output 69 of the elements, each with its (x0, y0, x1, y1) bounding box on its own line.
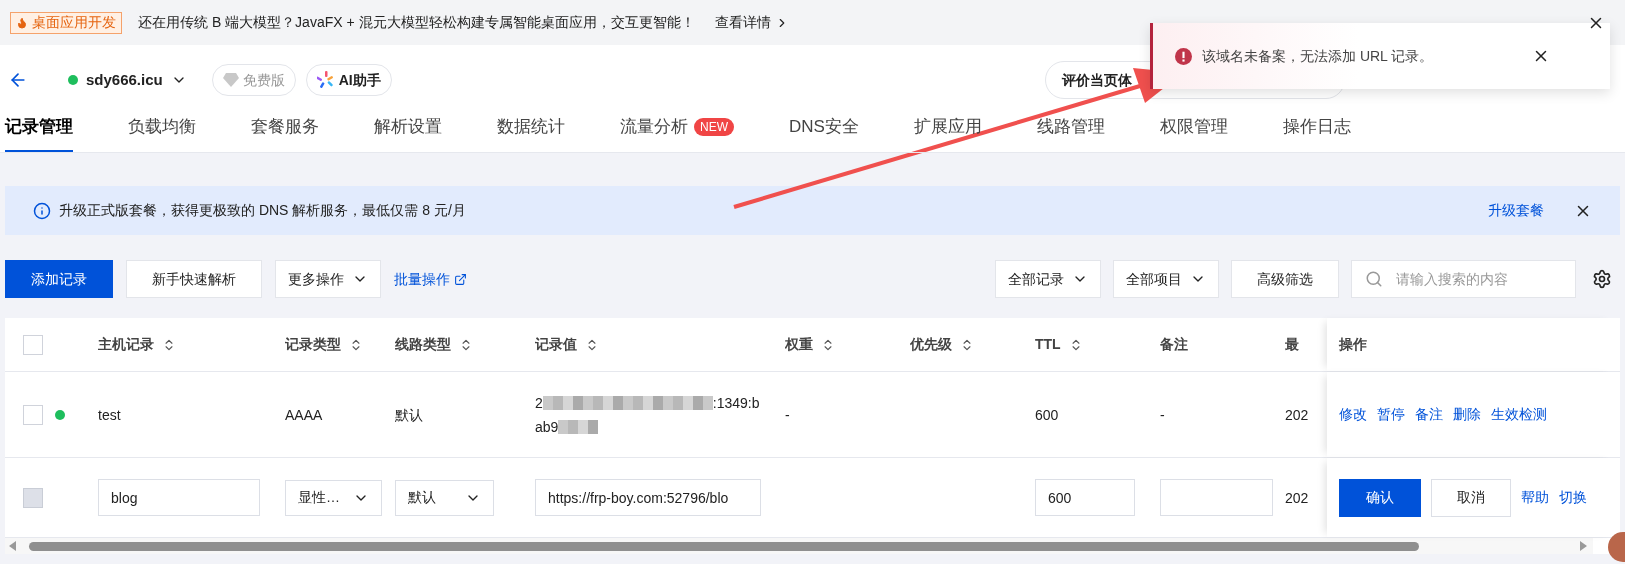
scroll-left-icon[interactable] (9, 541, 17, 551)
column-header: 记录值 (535, 335, 577, 354)
table-cell: AAAA (285, 406, 323, 423)
more-actions-dropdown[interactable]: 更多操作 (275, 260, 381, 298)
column-header: 记录类型 (285, 335, 341, 354)
toast-message: 该域名未备案，无法添加 URL 记录。 (1202, 46, 1434, 66)
column-header: 操作 (1339, 335, 1367, 354)
diamond-icon (222, 73, 239, 87)
action-link[interactable]: 暂停 (1377, 404, 1405, 425)
column-header: 备注 (1160, 335, 1188, 354)
tab[interactable]: DNS安全 (789, 104, 859, 152)
tab[interactable]: 解析设置 (374, 104, 442, 152)
table-cell-text: 2 (535, 393, 543, 413)
column-header: TTL (1035, 335, 1061, 354)
quick-setup-button[interactable]: 新手快速解析 (126, 260, 262, 298)
table-cell: 600 (1035, 406, 1059, 423)
scrollbar-thumb[interactable] (29, 541, 1419, 551)
table-cell: - (1160, 406, 1165, 423)
column-header: 线路类型 (395, 335, 451, 354)
tab[interactable]: 操作日志 (1282, 104, 1351, 152)
tab[interactable]: 扩展应用 (913, 104, 982, 152)
banner-text: 升级正式版套餐，获得更极致的 DNS 解析服务，最低仅需 8 元/月 (59, 201, 466, 220)
settings-icon[interactable] (1592, 269, 1612, 289)
tab[interactable]: 数据统计 (497, 104, 565, 152)
tab[interactable]: 套餐服务 (251, 104, 319, 152)
tab[interactable]: 权限管理 (1159, 104, 1228, 152)
action-link[interactable]: 删除 (1453, 404, 1481, 425)
action-link[interactable]: 生效检测 (1491, 404, 1547, 425)
action-link[interactable]: 修改 (1339, 404, 1367, 425)
search-icon (1365, 270, 1383, 288)
advanced-filter-button[interactable]: 高级筛选 (1231, 260, 1339, 298)
table-cell: test (98, 406, 121, 423)
scroll-right-icon[interactable] (1579, 541, 1587, 551)
sparkle-icon (316, 71, 335, 89)
remark-input[interactable] (1160, 479, 1273, 516)
column-header: 最 (1285, 335, 1299, 354)
tab[interactable]: 线路管理 (1036, 104, 1105, 152)
promo-link[interactable]: 查看详情 (714, 12, 789, 33)
filter-dropdown[interactable]: 全部记录 (995, 260, 1101, 298)
action-link[interactable]: 备注 (1415, 404, 1443, 425)
column-header: 主机记录 (98, 335, 154, 354)
promo-badge: 桌面应用开发 (10, 11, 122, 34)
tab[interactable]: 负载均衡 (128, 104, 196, 152)
batch-link[interactable]: 批量操作 (394, 268, 467, 290)
table-cell-text: :1349:b (712, 393, 760, 413)
column-header: 权重 (785, 335, 813, 354)
search-field[interactable]: 请输入搜索的内容 (1351, 260, 1576, 298)
table-cell: - (785, 406, 790, 423)
promo-text: 还在用传统 B 端大模型？JavaFX + 混元大模型轻松构建专属智能桌面应用，交互更智能！ (138, 13, 695, 32)
tab[interactable]: 流量分析 NEW (620, 104, 734, 152)
new-badge: NEW (694, 118, 734, 136)
domain-dropdown[interactable]: sdy666.icu (86, 68, 187, 92)
add-record-button[interactable]: 添加记录 (5, 260, 113, 298)
upgrade-link[interactable]: 升级套餐 (1488, 200, 1544, 221)
tab[interactable]: 记录管理 (5, 104, 73, 152)
table-cell: 202 (1285, 489, 1309, 506)
info-icon (33, 201, 51, 220)
redaction-mosaic (558, 419, 599, 434)
horizontal-scrollbar[interactable] (5, 538, 1593, 554)
column-header: 优先级 (910, 335, 952, 354)
checkbox[interactable] (23, 334, 43, 355)
checkbox[interactable] (23, 404, 43, 425)
table-cell: 默认 (395, 406, 423, 423)
filter-dropdown[interactable]: 全部项目 (1113, 260, 1219, 298)
external-link-icon (454, 272, 467, 286)
error-icon (1175, 47, 1192, 65)
table-cell: 202 (1285, 406, 1309, 423)
flame-icon (16, 16, 28, 29)
table-cell-text: ab9 (535, 417, 559, 437)
